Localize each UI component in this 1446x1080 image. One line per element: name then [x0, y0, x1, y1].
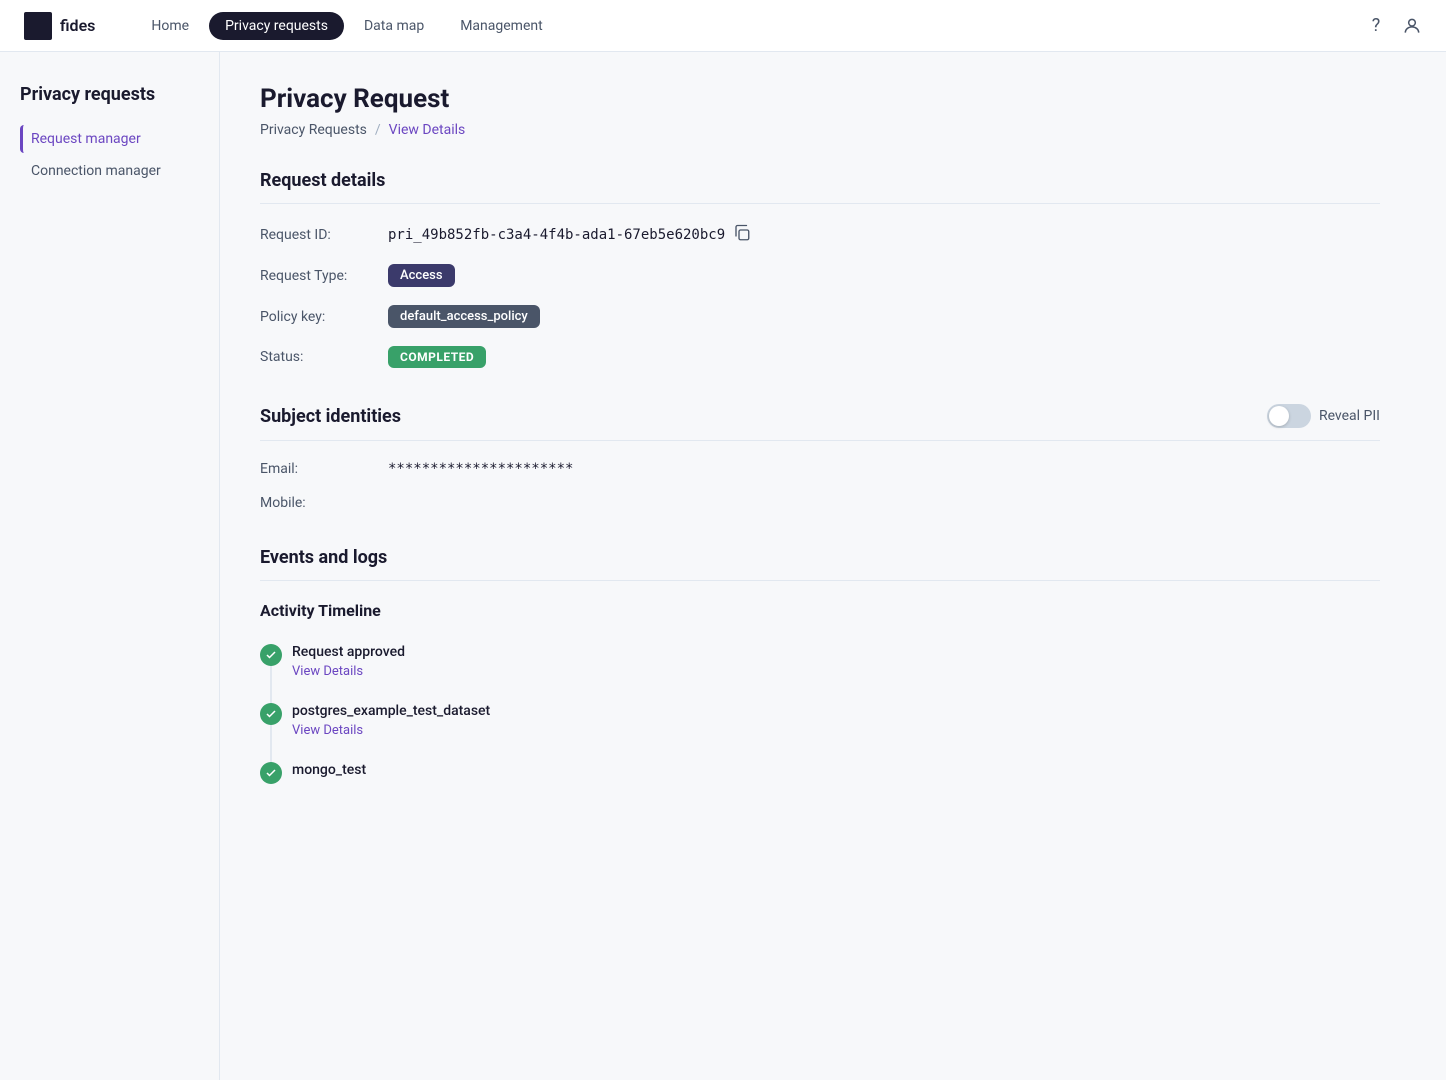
policy-key-badge: default_access_policy — [388, 305, 540, 328]
reveal-pii-toggle[interactable] — [1267, 404, 1311, 428]
sidebar: Privacy requests Request manager Connect… — [0, 52, 220, 1080]
timeline-dot-0 — [260, 644, 282, 666]
nav-link-management[interactable]: Management — [444, 12, 558, 40]
timeline-label-1: postgres_example_test_dataset — [292, 703, 1380, 719]
timeline-label-0: Request approved — [292, 644, 1380, 660]
request-type-badge: Access — [388, 264, 455, 287]
status-badge: COMPLETED — [388, 346, 486, 368]
events-logs-section: Events and logs Activity Timeline Reques… — [260, 547, 1380, 782]
request-id-label: Request ID: — [260, 227, 380, 243]
email-row: Email: ********************** — [260, 461, 1380, 477]
breadcrumb-root: Privacy Requests — [260, 122, 367, 138]
request-details-header: Request details — [260, 170, 1380, 204]
sidebar-item-connection-manager[interactable]: Connection manager — [20, 157, 199, 185]
page-title: Privacy Request — [260, 84, 1380, 114]
activity-timeline-title: Activity Timeline — [260, 601, 1380, 624]
reveal-pii-label: Reveal PII — [1319, 408, 1380, 424]
timeline-dot-1 — [260, 703, 282, 725]
nav-links: HomePrivacy requestsData mapManagement — [135, 12, 1358, 40]
timeline-dot-2 — [260, 762, 282, 784]
nav-link-data-map[interactable]: Data map — [348, 12, 440, 40]
main-content: Privacy Request Privacy Requests / View … — [220, 52, 1420, 1080]
timeline-item-0: Request approved View Details — [260, 644, 1380, 679]
nav-right: ? — [1366, 16, 1422, 36]
mobile-label: Mobile: — [260, 495, 380, 511]
policy-key-label: Policy key: — [260, 309, 380, 325]
breadcrumb: Privacy Requests / View Details — [260, 122, 1380, 138]
timeline-item-1: postgres_example_test_dataset View Detai… — [260, 703, 1380, 738]
layout: Privacy requests Request manager Connect… — [0, 52, 1446, 1080]
timeline-item-2: mongo_test — [260, 762, 1380, 782]
toggle-knob — [1269, 406, 1289, 426]
request-type-label: Request Type: — [260, 268, 380, 284]
timeline-link-1[interactable]: View Details — [292, 723, 1380, 738]
subject-identities-header: Subject identities Reveal PII — [260, 404, 1380, 441]
status-label: Status: — [260, 349, 380, 365]
email-value: ********************** — [388, 461, 573, 477]
logo-area: fides — [24, 12, 95, 40]
request-type-row: Request Type: Access — [260, 264, 1380, 287]
policy-key-row: Policy key: default_access_policy — [260, 305, 1380, 328]
timeline-label-2: mongo_test — [292, 762, 1380, 778]
activity-timeline: Request approved View Details postgres_e… — [260, 644, 1380, 782]
subject-identities-title: Subject identities — [260, 406, 401, 427]
request-id-row: Request ID: pri_49b852fb-c3a4-4f4b-ada1-… — [260, 224, 1380, 246]
nav-link-home[interactable]: Home — [135, 12, 205, 40]
events-logs-header: Events and logs — [260, 547, 1380, 581]
sidebar-item-request-manager[interactable]: Request manager — [20, 125, 199, 153]
top-nav: fides HomePrivacy requestsData mapManage… — [0, 0, 1446, 52]
reveal-pii-control: Reveal PII — [1267, 404, 1380, 428]
timeline-link-0[interactable]: View Details — [292, 664, 1380, 679]
request-id-value: pri_49b852fb-c3a4-4f4b-ada1-67eb5e620bc9 — [388, 227, 725, 243]
breadcrumb-separator: / — [375, 122, 381, 138]
breadcrumb-current[interactable]: View Details — [389, 122, 466, 138]
user-icon[interactable] — [1402, 16, 1422, 36]
subject-identities-section: Subject identities Reveal PII Email: ***… — [260, 404, 1380, 511]
copy-icon[interactable] — [733, 224, 751, 246]
request-details-section: Request details Request ID: pri_49b852fb… — [260, 170, 1380, 368]
email-label: Email: — [260, 461, 380, 477]
logo-text: fides — [60, 16, 95, 35]
logo-box-icon — [24, 12, 52, 40]
help-icon[interactable]: ? — [1366, 16, 1386, 36]
mobile-row: Mobile: — [260, 495, 1380, 511]
status-row: Status: COMPLETED — [260, 346, 1380, 368]
sidebar-title: Privacy requests — [20, 84, 199, 105]
nav-link-privacy-requests[interactable]: Privacy requests — [209, 12, 344, 40]
